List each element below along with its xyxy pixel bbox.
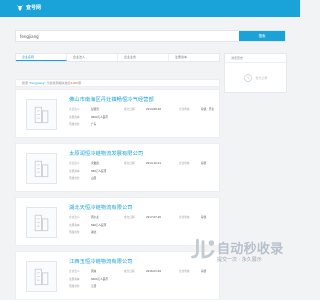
field-label: 注册资本: bbox=[69, 277, 81, 281]
field-label: 企业法人: bbox=[69, 216, 81, 219]
field-label: 所属省份: bbox=[69, 177, 81, 180]
company-name[interactable]: 湖北天恒冷链物流有限公司 bbox=[69, 203, 133, 211]
field-label: 所属省份: bbox=[69, 123, 81, 126]
results-prefix: 搜索 bbox=[22, 81, 29, 85]
history-title: 浏览历史 bbox=[225, 54, 286, 63]
field-label: 企业状态: bbox=[179, 108, 191, 111]
field-label: 企业状态: bbox=[179, 216, 191, 219]
building-icon bbox=[26, 153, 57, 184]
field-value: 周旭 bbox=[91, 270, 97, 273]
field-value: 2014-10-21 bbox=[146, 162, 162, 165]
history-empty: 暂无记录 bbox=[225, 63, 286, 92]
field-value: 5000万人民币 bbox=[91, 277, 108, 281]
top-bar: 查号网 bbox=[0, 0, 300, 17]
field-label: 注册资本: bbox=[69, 223, 81, 227]
field-label: 所属省份: bbox=[69, 231, 81, 234]
company-fields: 企业法人: 宋俊霞 成立日期: 2014-10-21 企业状态: 存续 注册资本: 50… bbox=[69, 160, 234, 183]
field-value: 江西 bbox=[91, 285, 97, 288]
field-label: 注册资本: bbox=[69, 169, 81, 173]
field-value: 存续 bbox=[201, 216, 207, 219]
bull-logo-icon bbox=[16, 5, 24, 11]
field-label: 成立日期: bbox=[124, 216, 136, 219]
brand[interactable]: 查号网 bbox=[16, 4, 41, 12]
results-middle: 为您找到相关信息 bbox=[45, 81, 71, 85]
search-bar: 搜索 bbox=[15, 30, 286, 42]
field-label: 注册资本: bbox=[69, 115, 81, 119]
company-fields: 企业法人: 周小龙 成立日期: 2017-07-20 企业状态: 存续 注册资本: 50… bbox=[69, 214, 234, 237]
company-fields: 企业法人: 彭锦洪 成立日期: 2014-08-02 企业状态: 存续、开业 注册资本… bbox=[69, 106, 234, 129]
tab-company-name[interactable]: 企业名称 bbox=[16, 54, 67, 61]
watermark-title: 自动秒收录 bbox=[217, 242, 284, 257]
field-value: 存续 bbox=[201, 162, 207, 165]
field-value: 山西 bbox=[91, 177, 97, 180]
field-value: 2016-03-04 bbox=[146, 270, 162, 273]
field-value: 彭锦洪 bbox=[91, 108, 99, 111]
tab-business[interactable]: 企业业务 bbox=[118, 54, 169, 61]
filter-tabs: 企业名称 企业法人 企业业务 注册资本 bbox=[15, 53, 220, 62]
brand-name: 查号网 bbox=[26, 5, 42, 11]
field-value: 存续、开业 bbox=[201, 108, 214, 111]
field-value: 广东 bbox=[91, 123, 97, 126]
company-fields: 企业法人: 周旭 成立日期: 2016-03-04 企业状态: 存续 注册资本: 500… bbox=[69, 268, 234, 291]
field-value: 宋俊霞 bbox=[91, 162, 99, 165]
results-keyword: "fengjiang" bbox=[28, 81, 46, 85]
field-value: 2017-07-20 bbox=[146, 216, 162, 219]
field-value: 周小龙 bbox=[91, 216, 99, 219]
field-label: 成立日期: bbox=[124, 108, 136, 111]
field-label: 成立日期: bbox=[124, 162, 136, 165]
company-card[interactable]: 佛山市南海区丹灶镇畅恒冷气经营部 企业法人: 彭锦洪 成立日期: 2014-08-0… bbox=[15, 89, 220, 138]
field-label: 企业状态: bbox=[179, 162, 191, 165]
field-label: 成立日期: bbox=[124, 270, 136, 273]
building-icon bbox=[26, 99, 57, 130]
search-button[interactable]: 搜索 bbox=[239, 31, 285, 41]
history-panel: 浏览历史 暂无记录 bbox=[224, 53, 287, 93]
field-value: 500万人民币 bbox=[91, 169, 107, 173]
search-input[interactable] bbox=[16, 31, 240, 41]
watermark-logo-icon bbox=[189, 236, 217, 264]
field-label: 企业法人: bbox=[69, 270, 81, 273]
field-label: 企业法人: bbox=[69, 162, 81, 165]
field-value: 湖北 bbox=[91, 231, 97, 234]
company-name[interactable]: 佛山市南海区丹灶镇畅恒冷气经营部 bbox=[69, 95, 154, 103]
tab-legal-person[interactable]: 企业法人 bbox=[67, 54, 118, 61]
building-icon bbox=[26, 207, 57, 238]
history-empty-text: 暂无记录 bbox=[255, 75, 268, 80]
building-icon bbox=[26, 261, 57, 292]
field-value: 500万人民币 bbox=[91, 223, 107, 227]
results-summary: 搜索 "fengjiang" 为您找到相关信息1000家 bbox=[15, 79, 220, 87]
company-name[interactable]: 江西玉恒冷链物流有限公司 bbox=[69, 257, 133, 265]
clock-icon bbox=[244, 73, 253, 82]
watermark: 自动秒收录 提交一次 · 永久展示 bbox=[189, 236, 299, 270]
field-label: 企业法人: bbox=[69, 108, 81, 111]
results-suffix: 家 bbox=[78, 81, 82, 85]
watermark-subtitle: 提交一次 · 永久展示 bbox=[217, 257, 262, 263]
company-card[interactable]: 太原润恒冷链物流发展有限公司 企业法人: 宋俊霞 成立日期: 2014-10-21 … bbox=[15, 143, 220, 192]
field-value: 2014-08-02 bbox=[146, 108, 162, 111]
tab-capital[interactable]: 注册资本 bbox=[169, 54, 219, 61]
field-value: 0000万人民币 bbox=[91, 115, 108, 119]
company-name[interactable]: 太原润恒冷链物流发展有限公司 bbox=[69, 149, 143, 157]
field-label: 所属省份: bbox=[69, 285, 81, 288]
